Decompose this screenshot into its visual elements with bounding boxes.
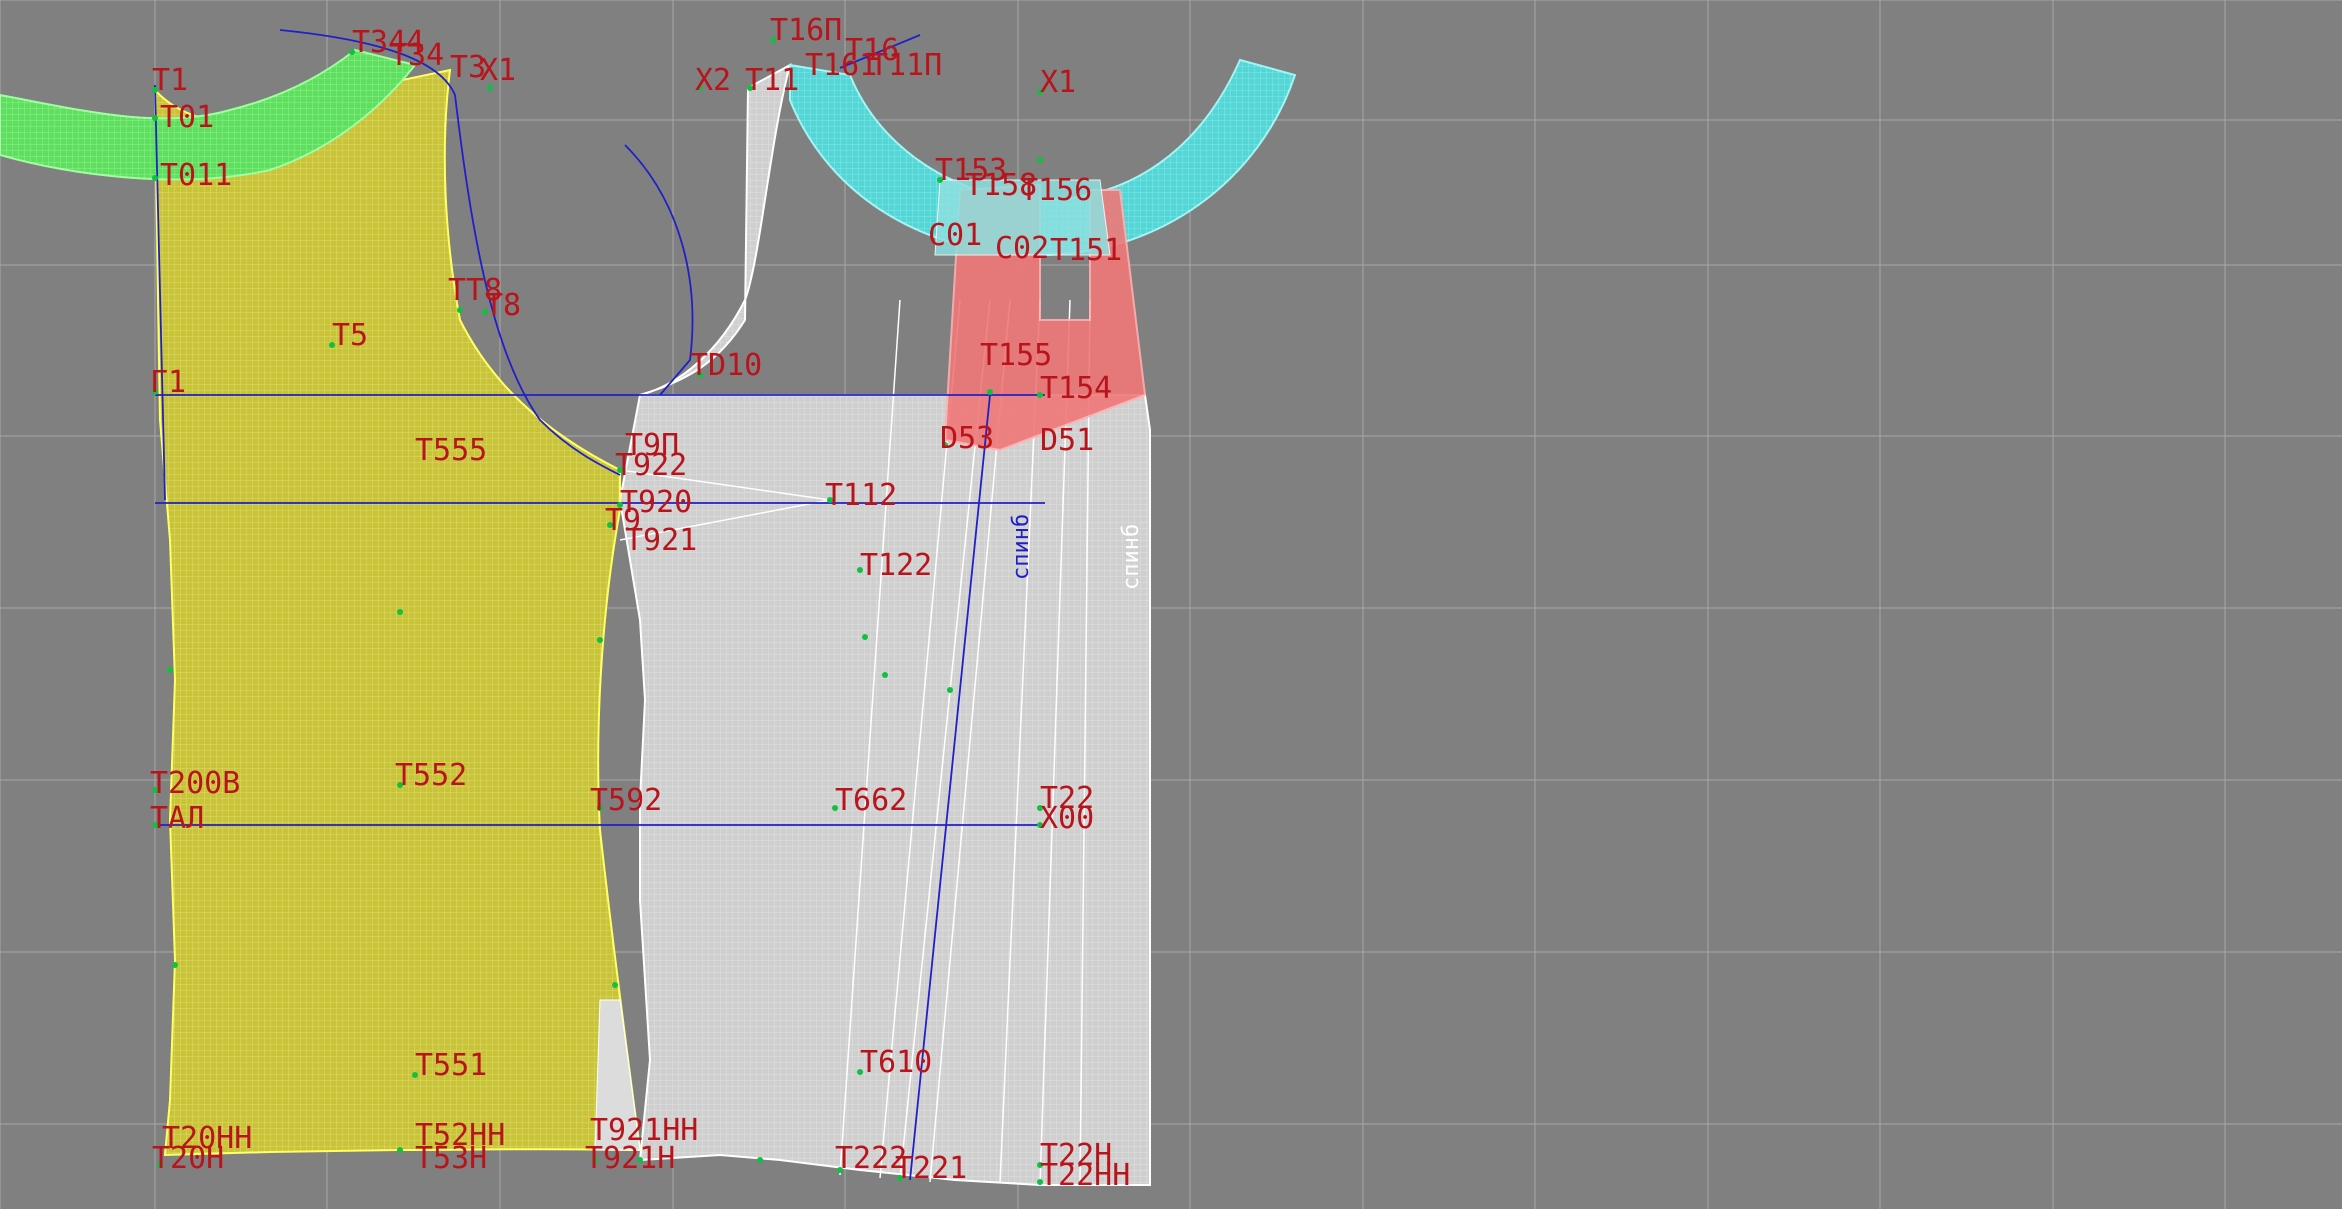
label-t34: T34 [390, 38, 444, 73]
label-tal: TAЛ [150, 801, 204, 836]
pattern-canvas[interactable]: спинб спинб T1 T01 T011 T344 T34 T3 X1 X… [0, 0, 2342, 1209]
label-t200b: T200B [150, 766, 240, 801]
label-x1-left: X1 [480, 53, 516, 88]
label-t555: T555 [415, 433, 487, 468]
label-t221: T221 [895, 1151, 967, 1186]
label-td10: TD10 [690, 348, 762, 383]
label-x1-right: X1 [1040, 65, 1076, 100]
label-t8: T8 [485, 288, 521, 323]
label-t156: T156 [1020, 173, 1092, 208]
label-c02: C02 [995, 231, 1049, 266]
pattern-point[interactable] [397, 1147, 403, 1153]
pattern-point[interactable] [1037, 157, 1043, 163]
pattern-point[interactable] [882, 672, 888, 678]
pattern-point[interactable] [152, 175, 158, 181]
label-t662: T662 [835, 783, 907, 818]
label-t1: T1 [152, 63, 188, 98]
label-t154: T154 [1040, 371, 1112, 406]
label-t122: T122 [860, 548, 932, 583]
pattern-point[interactable] [172, 962, 178, 968]
pattern-point[interactable] [397, 609, 403, 615]
label-x2: X2 [695, 63, 731, 98]
pattern-point[interactable] [597, 637, 603, 643]
pattern-point[interactable] [757, 1157, 763, 1163]
label-t921n: T921H [585, 1141, 675, 1176]
label-t592: T592 [590, 783, 662, 818]
label-d53: D53 [940, 421, 994, 456]
pattern-point[interactable] [862, 634, 868, 640]
label-t112: T112 [825, 478, 897, 513]
label-g1: Г1 [150, 365, 186, 400]
pattern-point[interactable] [947, 687, 953, 693]
pattern-point[interactable] [612, 982, 618, 988]
label-t5: T5 [332, 318, 368, 353]
label-t20n: T20H [152, 1141, 224, 1176]
label-t155: T155 [980, 338, 1052, 373]
label-t610: T610 [860, 1045, 932, 1080]
label-t551: T551 [415, 1048, 487, 1083]
back-label-left: спинб [1009, 514, 1034, 580]
label-t922: T922 [615, 448, 687, 483]
label-t921: T921 [625, 523, 697, 558]
label-t01: T01 [160, 100, 214, 135]
back-label-right: спинб [1119, 524, 1144, 590]
label-t11: T11 [745, 63, 799, 98]
label-t53n: T53H [415, 1141, 487, 1176]
label-t552: T552 [395, 758, 467, 793]
label-c01: C01 [928, 218, 982, 253]
pattern-point[interactable] [167, 667, 173, 673]
label-t151: T151 [1050, 233, 1122, 268]
pattern-point[interactable] [987, 389, 993, 395]
pattern-point[interactable] [152, 115, 158, 121]
pattern-drawing[interactable]: спинб спинб T1 T01 T011 T344 T34 T3 X1 X… [0, 0, 2342, 1209]
label-t011: T011 [160, 158, 232, 193]
label-x00: X00 [1040, 801, 1094, 836]
label-t22nn: T22HH [1040, 1158, 1130, 1193]
label-t11p: T11П [870, 48, 942, 83]
label-t16p: T16П [770, 13, 842, 48]
label-d51: D51 [1040, 423, 1094, 458]
